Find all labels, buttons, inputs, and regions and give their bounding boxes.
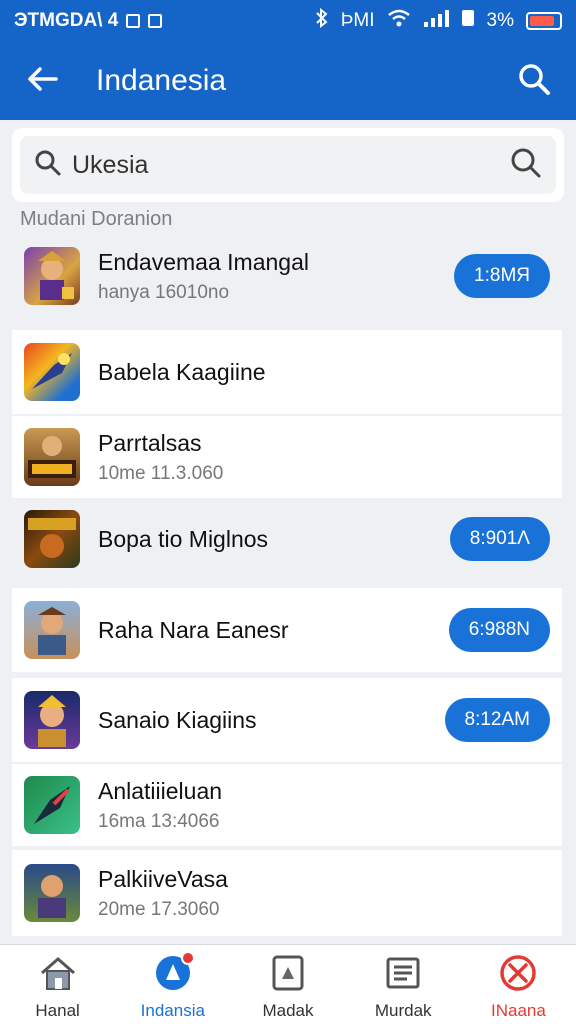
app-name: Babela Kaagiine <box>98 358 266 385</box>
app-name: Raha Nara Eanesr <box>98 616 289 643</box>
battery-icon <box>526 12 562 30</box>
status-left: ЭТМGDA\ 4 <box>14 10 163 32</box>
app-notification-icon <box>148 14 163 28</box>
list-item[interactable]: Sanaio Kiagiins 8:12AM <box>12 678 562 762</box>
app-icon <box>24 428 80 486</box>
close-circle-icon <box>498 953 538 993</box>
app-icon <box>24 776 80 834</box>
search-button[interactable] <box>510 57 558 105</box>
list-icon <box>383 953 423 993</box>
app-bar: Indanesia <box>0 42 576 120</box>
notification-badge <box>180 951 195 965</box>
bottom-nav: Hanal Indansia Madak Murdak INaana <box>0 944 576 1024</box>
nav-item-madak[interactable]: Madak <box>230 945 345 1024</box>
signal-text: ÞMI <box>340 10 375 31</box>
arrow-left-icon <box>26 65 58 98</box>
app-name: Parrtalsas <box>98 429 202 456</box>
bluetooth-icon <box>315 7 329 34</box>
cell-signal-icon <box>423 9 449 33</box>
app-icon <box>24 691 80 749</box>
app-subtitle: 16ma 13:4066 <box>98 810 220 832</box>
search-input[interactable]: Ukesia <box>20 136 556 194</box>
list-item[interactable]: Babela Kaagiine <box>12 330 562 414</box>
list-item[interactable]: Raha Nara Eanesr 6:988N <box>12 588 562 672</box>
search-input-value: Ukesia <box>72 150 149 179</box>
app-name: Bopa tio Miglnos <box>98 525 269 552</box>
list-item[interactable]: PalkiiveVasa 20me 17.3060 <box>12 850 562 936</box>
nav-label: Murdak <box>374 1001 432 1020</box>
section-label: Mudani Doranion <box>20 208 173 230</box>
search-submit-icon[interactable] <box>510 147 542 184</box>
nav-item-indansia[interactable]: Indansia <box>115 945 230 1024</box>
status-right: ÞMI 3% <box>315 7 562 34</box>
action-button[interactable]: 8:12AM <box>444 698 550 742</box>
nav-label: Madak <box>262 1001 314 1020</box>
app-subtitle: 20me 17.3060 <box>98 898 220 920</box>
page-title: Indanesia <box>96 64 227 97</box>
list-item[interactable]: Anlatiiieluan 16ma 13:4066 <box>12 764 562 846</box>
app-subtitle: 10me 11.3.060 <box>98 462 224 484</box>
action-button[interactable]: 8:901Λ <box>449 517 550 561</box>
notification-icon <box>153 951 195 993</box>
app-icon <box>24 343 80 401</box>
action-button[interactable]: 6:988N <box>448 608 550 652</box>
nav-label: INaana <box>491 1001 546 1020</box>
nav-label: Indansia <box>140 1001 205 1020</box>
back-button[interactable] <box>18 57 66 105</box>
list-item[interactable]: Bopa tio Miglnos 8:901Λ <box>12 500 562 578</box>
notification-icon <box>126 14 141 28</box>
nav-item-home[interactable]: Hanal <box>0 945 115 1024</box>
nav-item-inaana[interactable]: INaana <box>461 945 576 1024</box>
app-name: PalkiiveVasa <box>98 865 228 892</box>
carrier-text: ЭТМGDA\ 4 <box>14 10 119 31</box>
action-button[interactable]: 1:8MЯ <box>454 254 550 298</box>
battery-percent: 3% <box>486 10 514 31</box>
home-icon <box>38 953 78 993</box>
search-icon <box>34 149 62 182</box>
search-icon <box>517 62 551 101</box>
nav-label: Hanal <box>35 1001 80 1020</box>
tablet-icon <box>268 953 308 993</box>
app-icon <box>24 864 80 922</box>
list-item[interactable]: Endavemaa Imangal hanya 16010no 1:8MЯ <box>12 238 562 314</box>
list-item[interactable]: Parrtalsas 10me 11.3.060 <box>12 416 562 498</box>
sim-icon <box>461 9 475 33</box>
app-icon <box>24 601 80 659</box>
app-icon <box>24 510 80 568</box>
status-bar: ЭТМGDA\ 4 ÞMI 3% <box>0 0 576 42</box>
search-container: Ukesia <box>12 128 564 202</box>
app-subtitle: hanya 16010no <box>98 281 230 303</box>
app-name: Anlatiiieluan <box>98 777 223 804</box>
nav-item-murdak[interactable]: Murdak <box>346 945 461 1024</box>
app-icon <box>24 247 80 305</box>
app-name: Endavemaa Imangal <box>98 248 309 275</box>
app-name: Sanaio Kiagiins <box>98 706 257 733</box>
wifi-icon <box>387 9 411 33</box>
